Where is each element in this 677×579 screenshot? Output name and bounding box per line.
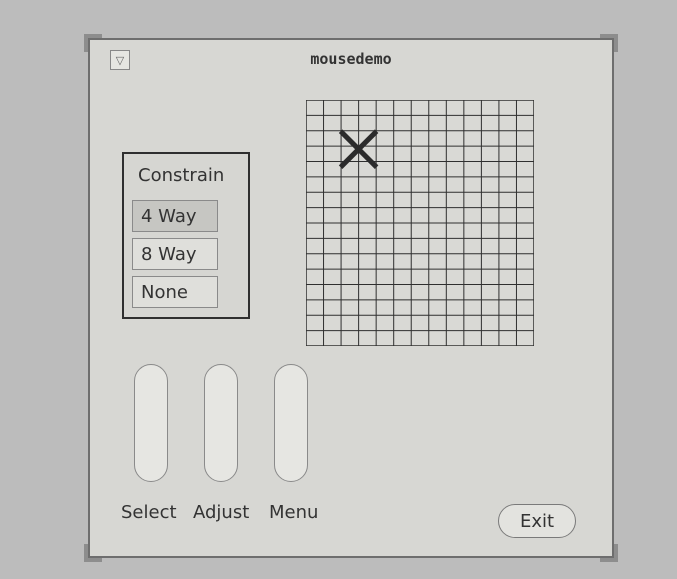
select-label: Select [121,502,177,523]
resize-corner-bottom-left[interactable] [84,544,102,562]
title-bar[interactable]: ▽ mousedemo [90,40,612,82]
option-none[interactable]: None [132,276,218,308]
menu-mouse-button[interactable] [274,364,308,482]
menu-label: Menu [269,502,319,523]
desktop: ▽ mousedemo Constrain 4 Way 8 Way None S… [0,0,677,579]
grid-canvas[interactable] [306,100,534,346]
option-8-way[interactable]: 8 Way [132,238,218,270]
adjust-label: Adjust [193,502,250,523]
exit-button[interactable]: Exit [498,504,576,538]
window-title: mousedemo [310,50,392,68]
tracking-grid[interactable] [306,100,534,346]
mousedemo-window: ▽ mousedemo Constrain 4 Way 8 Way None S… [84,34,618,562]
option-4-way[interactable]: 4 Way [132,200,218,232]
adjust-mouse-button[interactable] [204,364,238,482]
resize-corner-bottom-right[interactable] [600,544,618,562]
constrain-panel: Constrain 4 Way 8 Way None [122,152,250,319]
select-mouse-button[interactable] [134,364,168,482]
constrain-label: Constrain [138,165,225,186]
